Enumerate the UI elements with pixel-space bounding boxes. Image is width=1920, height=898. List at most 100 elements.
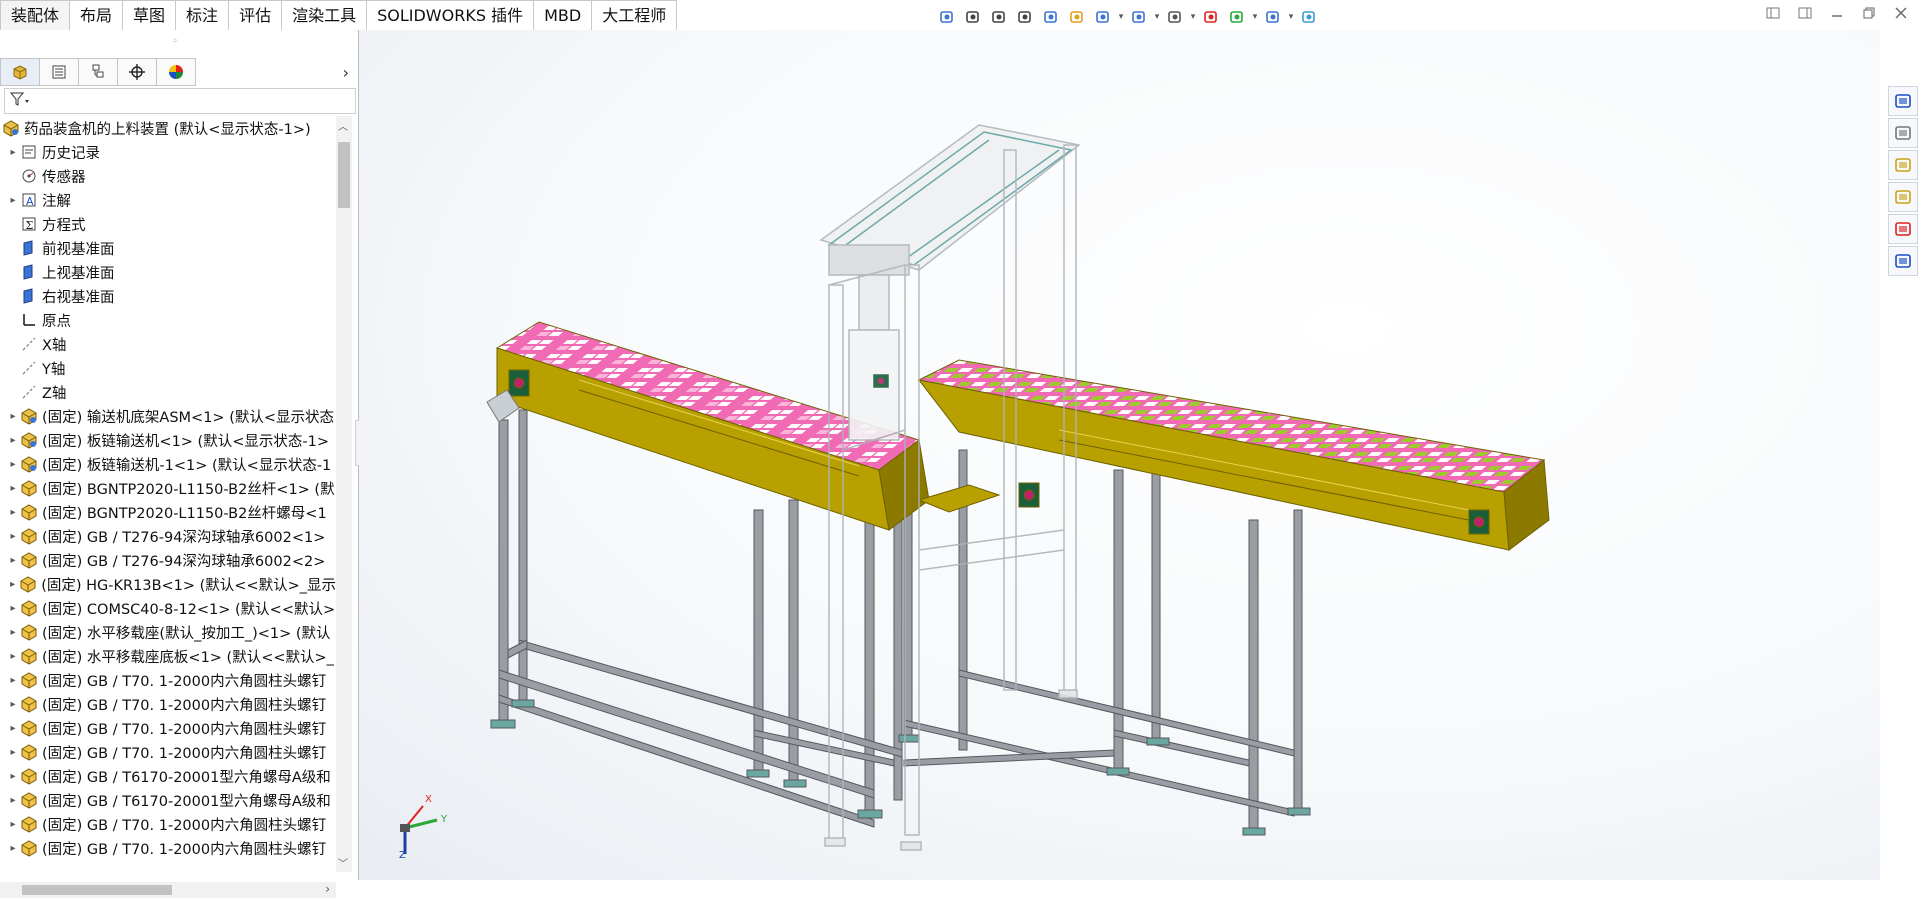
tab-8[interactable]: 大工程师 [592, 0, 678, 31]
close-icon[interactable] [1892, 4, 1910, 22]
standard-views-icon[interactable] [1297, 5, 1321, 29]
restore-icon[interactable] [1860, 4, 1878, 22]
filter-icon[interactable] [9, 91, 31, 111]
dropdown-arrow-icon[interactable]: ▾ [1287, 12, 1295, 22]
tree-item[interactable]: ▸ (固定) BGNTP2020-L1150-B2丝杆螺母<1 [0, 500, 336, 524]
tree-item[interactable]: ▸ (固定) GB / T276-94深沟球轴承6002<1> [0, 524, 336, 548]
chevron-up-icon[interactable]: ︿ [338, 118, 348, 133]
dynamic-annotation-icon[interactable] [1065, 5, 1089, 29]
tab-5[interactable]: 渲染工具 [282, 0, 368, 31]
tab-2[interactable]: 草图 [123, 0, 177, 31]
tree-item[interactable]: ▸ (固定) 输送机底架ASM<1> (默认<显示状态 [0, 404, 336, 428]
view-orient-icon[interactable] [935, 5, 959, 29]
chevron-right-icon[interactable]: › [343, 63, 349, 82]
view-settings-icon[interactable] [1091, 5, 1115, 29]
tree-item[interactable]: ▸ (固定) GB / T276-94深沟球轴承6002<2> [0, 548, 336, 572]
tree-item[interactable]: 右视基准面 [0, 284, 336, 308]
expand-arrow-icon[interactable]: ▸ [6, 747, 20, 758]
tree-item[interactable]: ▸ (固定) 水平移载座底板<1> (默认<<默认>_ [0, 644, 336, 668]
collapse-right-icon[interactable] [1796, 4, 1814, 22]
tree-item[interactable]: ▸ (固定) GB / T70. 1-2000内六角圆柱头螺钉 [0, 668, 336, 692]
view-display-icon[interactable] [1261, 5, 1285, 29]
tree-item[interactable]: ▸ 历史记录 [0, 140, 336, 164]
tree-item[interactable]: ▸ (固定) GB / T6170-20001型六角螺母A级和 [0, 788, 336, 812]
expand-arrow-icon[interactable]: ▸ [6, 651, 20, 662]
tree-item[interactable]: ▸ (固定) 水平移载座(默认_按加工_)<1> (默认 [0, 620, 336, 644]
tab-3[interactable]: 标注 [176, 0, 230, 31]
display-style-icon[interactable] [1127, 5, 1151, 29]
expand-arrow-icon[interactable]: ▸ [6, 675, 20, 686]
tree-item[interactable]: 原点 [0, 308, 336, 332]
tree-root-assembly[interactable]: 药品装盒机的上料装置 (默认<显示状态-1>) [0, 116, 336, 140]
dropdown-arrow-icon[interactable]: ▾ [1153, 12, 1161, 22]
tree-item[interactable]: ▸ (固定) 板链输送机<1> (默认<显示状态-1> [0, 428, 336, 452]
tree-item[interactable]: ▸ (固定) GB / T6170-20001型六角螺母A级和 [0, 764, 336, 788]
collapse-left-icon[interactable] [1764, 4, 1782, 22]
zoom-area-icon[interactable] [987, 5, 1011, 29]
expand-arrow-icon[interactable]: ▸ [6, 411, 20, 422]
tree-item[interactable]: X轴 [0, 332, 336, 356]
tree-item[interactable]: ▸ (固定) HG-KR13B<1> (默认<<默认>_显示 [0, 572, 336, 596]
property-manager-icon[interactable] [40, 58, 79, 86]
tree-item[interactable]: Z轴 [0, 380, 336, 404]
tree-item[interactable]: ▸ (固定) GB / T70. 1-2000内六角圆柱头螺钉 [0, 836, 336, 860]
expand-arrow-icon[interactable]: ▸ [6, 483, 20, 494]
tab-0[interactable]: 装配体 [0, 0, 71, 31]
tab-6[interactable]: SOLIDWORKS 插件 [367, 0, 535, 31]
expand-arrow-icon[interactable]: ▸ [6, 531, 20, 542]
tab-1[interactable]: 布局 [70, 0, 124, 31]
panel-grip[interactable]: ◦ [172, 36, 178, 47]
scrollbar-thumb[interactable] [22, 885, 172, 895]
appearances-icon[interactable] [1888, 214, 1918, 244]
custom-properties-icon[interactable] [1888, 246, 1918, 276]
tree-item[interactable]: 上视基准面 [0, 260, 336, 284]
tree-item[interactable]: ▸ (固定) GB / T70. 1-2000内六角圆柱头螺钉 [0, 716, 336, 740]
apply-scene-icon[interactable] [1225, 5, 1249, 29]
tree-item[interactable]: Y轴 [0, 356, 336, 380]
tree-item[interactable]: ▸ (固定) GB / T70. 1-2000内六角圆柱头螺钉 [0, 812, 336, 836]
tree-item[interactable]: ▸ (固定) GB / T70. 1-2000内六角圆柱头螺钉 [0, 692, 336, 716]
expand-arrow-icon[interactable]: ▸ [6, 555, 20, 566]
tab-7[interactable]: MBD [534, 0, 593, 31]
tree-item[interactable]: ▸ (固定) 板链输送机-1<1> (默认<显示状态-1 [0, 452, 336, 476]
tree-item[interactable]: Σ 方程式 [0, 212, 336, 236]
expand-arrow-icon[interactable]: ▸ [6, 459, 20, 470]
expand-arrow-icon[interactable]: ▸ [6, 507, 20, 518]
scrollbar-thumb[interactable] [338, 142, 350, 208]
configuration-manager-icon[interactable] [79, 58, 118, 86]
zoom-to-fit-icon[interactable] [961, 5, 985, 29]
tree-item[interactable]: 传感器 [0, 164, 336, 188]
tree-item[interactable]: ▸ A 注解 [0, 188, 336, 212]
graphics-area[interactable]: X Y Z [359, 30, 1880, 880]
expand-arrow-icon[interactable]: ▸ [6, 603, 20, 614]
feature-manager-icon[interactable] [0, 58, 40, 86]
solidworks-resources-icon[interactable] [1888, 86, 1918, 116]
dimxpert-icon[interactable] [118, 58, 157, 86]
expand-arrow-icon[interactable]: ▸ [6, 435, 20, 446]
expand-arrow-icon[interactable]: ▸ [6, 819, 20, 830]
chevron-down-icon[interactable]: ﹀ [338, 855, 348, 870]
expand-arrow-icon[interactable]: ▸ [6, 579, 19, 590]
dropdown-arrow-icon[interactable]: ▾ [1251, 12, 1259, 22]
view-palette-icon[interactable] [1888, 182, 1918, 212]
tab-4[interactable]: 评估 [229, 0, 283, 31]
display-manager-icon[interactable] [157, 58, 196, 86]
chevron-right-icon[interactable]: › [325, 882, 330, 896]
expand-arrow-icon[interactable]: ▸ [6, 795, 20, 806]
minimize-icon[interactable] [1828, 4, 1846, 22]
expand-arrow-icon[interactable]: ▸ [6, 699, 20, 710]
section-view-icon[interactable] [1039, 5, 1063, 29]
tree-item[interactable]: 前视基准面 [0, 236, 336, 260]
design-library-icon[interactable] [1888, 118, 1918, 148]
tree-horizontal-scrollbar[interactable]: › [0, 882, 336, 898]
previous-view-icon[interactable] [1013, 5, 1037, 29]
expand-arrow-icon[interactable]: ▸ [6, 195, 20, 206]
dropdown-arrow-icon[interactable]: ▾ [1117, 12, 1125, 22]
edit-appearance-icon[interactable] [1199, 5, 1223, 29]
hide-show-icon[interactable] [1163, 5, 1187, 29]
dropdown-arrow-icon[interactable]: ▾ [1189, 12, 1197, 22]
file-explorer-icon[interactable] [1888, 150, 1918, 180]
tree-item[interactable]: ▸ (固定) GB / T70. 1-2000内六角圆柱头螺钉 [0, 740, 336, 764]
expand-arrow-icon[interactable]: ▸ [6, 723, 20, 734]
expand-arrow-icon[interactable]: ▸ [6, 627, 20, 638]
